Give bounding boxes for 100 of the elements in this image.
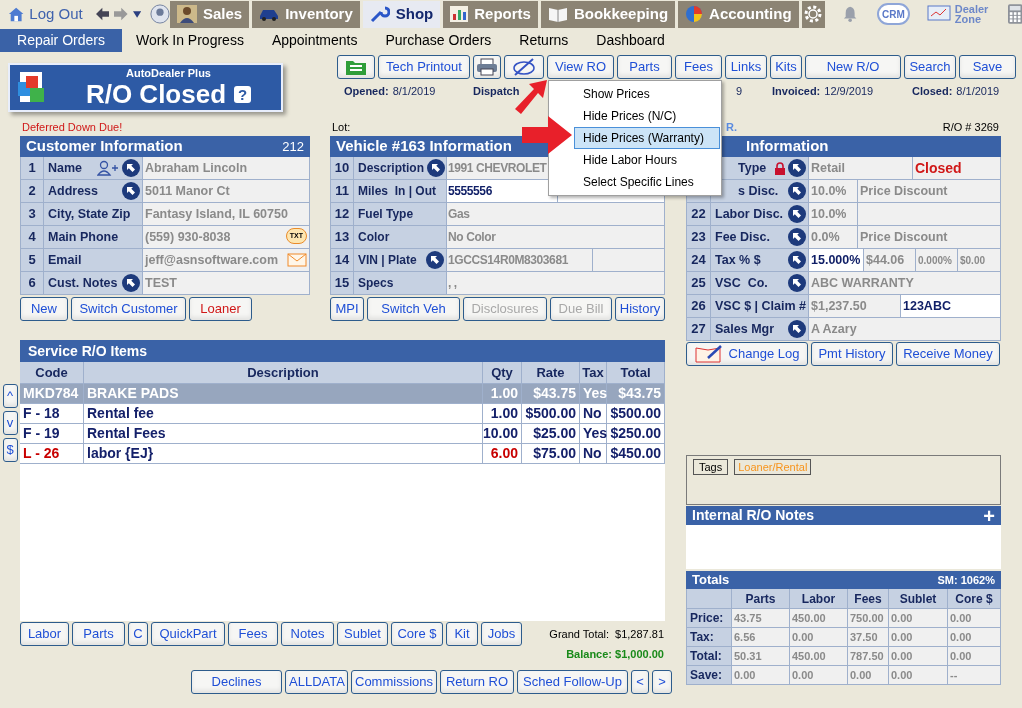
module-tab[interactable]: Bookkeeping [540,0,676,28]
menu-item[interactable]: Show Prices [574,83,720,105]
row-number: 6 [21,272,44,294]
side-button[interactable]: $ [2,438,18,462]
field-label: Sales Mgr [715,320,775,338]
row-number: 1 [21,157,44,179]
value-cell: 10.0% [809,180,858,202]
toolbar-button[interactable]: Search [904,55,956,79]
button[interactable]: Declines [191,670,282,694]
input-field[interactable]: 15.000% [809,249,864,271]
value-cell: 1GCCS14R0M8303681 [447,249,593,271]
value-cell: No Color [447,226,664,248]
subnav-tab[interactable]: Returns [519,29,569,52]
table-cell: 0.00 [948,628,1001,647]
button[interactable]: History [615,297,665,321]
button[interactable]: MPI [330,297,364,321]
field-label: VSC Co. [715,274,768,292]
field-label: VIN | Plate [358,252,417,269]
help-icon[interactable]: ? [234,85,252,103]
button[interactable]: Switch Customer [71,297,186,321]
row-number: 5 [21,249,44,271]
toolbar-button[interactable]: View RO [547,55,614,79]
table-cell: 0.00 [848,666,889,685]
field-label: VSC $ | Claim # [715,297,807,315]
table-cell: $450.00 [607,444,665,464]
button[interactable]: Labor [20,622,69,646]
table-cell: 450.00 [790,647,848,666]
button[interactable]: Notes [281,622,334,646]
button[interactable]: Commissions [351,670,437,694]
menu-item[interactable]: Hide Prices (N/C) [574,105,720,127]
button[interactable]: Loaner [189,297,252,321]
subnav-tab[interactable]: Dashboard [596,29,665,52]
subnav-tab[interactable]: Repair Orders [0,29,122,52]
toolbar-button[interactable]: Tech Printout [378,55,470,79]
toolbar-button[interactable]: Links [725,55,767,79]
button[interactable]: > [652,670,672,694]
panel-title: Service R/O Items [28,341,148,361]
table-cell: 450.00 [790,609,848,628]
toolbar-button[interactable]: Parts [617,55,672,79]
toolbar-button[interactable]: Kits [770,55,802,79]
button[interactable]: Change Log [686,342,808,366]
table-cell: 43.75 [732,609,790,628]
input-field[interactable]: 5555556 [447,180,558,202]
table-cell: 0.00 [889,647,948,666]
row-label: Price: [687,609,732,628]
row-number: 11 [331,180,354,202]
item-row[interactable]: F - 19 Rental Fees 10.00 $25.00 Yes $250.00 [20,424,665,444]
date-value: 12/9/2019 [824,83,874,99]
button[interactable]: New [20,297,68,321]
item-row[interactable]: L - 26 labor {EJ} 6.00 $75.00 No $450.00 [20,444,665,464]
toolbar-button[interactable]: Fees [675,55,722,79]
subnav-tab[interactable]: Appointments [271,29,358,52]
row-number: 4 [21,226,44,248]
module-tab[interactable]: Shop [362,0,441,28]
button[interactable]: Return RO [440,670,514,694]
button[interactable]: C [128,622,148,646]
menu-item[interactable]: Hide Prices (Warranty) [574,127,720,149]
button[interactable]: Sched Follow-Up [517,670,628,694]
lot-label: Lot: [331,119,352,135]
row-number: 12 [331,203,354,225]
button[interactable]: Jobs [481,622,522,646]
table-cell: 0.00 [889,666,948,685]
toolbar-button[interactable]: New R/O [805,55,901,79]
module-tab[interactable]: Reports [443,0,538,28]
field-label: Name [48,159,83,177]
field-label: Main Phone [48,228,119,246]
table-cell: -- [948,666,1001,685]
button[interactable]: ALLDATA [285,670,348,694]
button[interactable]: Kit [446,622,478,646]
button[interactable]: < [631,670,649,694]
row-number: 23 [687,226,711,248]
button[interactable]: QuickPart [151,622,225,646]
module-tab[interactable]: Accounting [678,0,799,28]
item-row[interactable]: F - 18 Rental fee 1.00 $500.00 No $500.00 [20,404,665,424]
crm-icon[interactable]: CRM [877,3,910,25]
button[interactable]: Sublet [337,622,388,646]
field-label: Email [48,251,82,269]
toolbar-button[interactable]: Save [959,55,1016,79]
table-cell: 0.00 [889,609,948,628]
subnav-tab[interactable]: Work In Progress [136,29,244,52]
button[interactable]: Core $ [391,622,443,646]
add-button[interactable]: + [983,505,995,526]
input-field[interactable]: 123ABC [901,295,1000,317]
button[interactable]: Parts [72,622,125,646]
subnav-tab[interactable]: Purchase Orders [385,29,492,52]
button[interactable]: Pmt History [811,342,893,366]
table-cell: 0.00 [948,609,1001,628]
button[interactable]: Fees [228,622,278,646]
date-value: 8/1/2019 [392,83,436,99]
button[interactable]: Switch Veh [367,297,460,321]
logout-link[interactable]: Log Out [29,2,83,26]
side-button[interactable]: ^ [2,384,18,408]
module-tab[interactable]: Sales [170,0,250,28]
button[interactable]: Receive Money [896,342,1000,366]
value-cell: 0.000% [916,249,958,271]
field-label: Specs [358,275,394,292]
side-button[interactable]: v [2,411,18,435]
field-label: Color [358,229,390,246]
field-label: s Disc. [738,182,779,200]
module-tab[interactable]: Inventory [252,0,360,28]
